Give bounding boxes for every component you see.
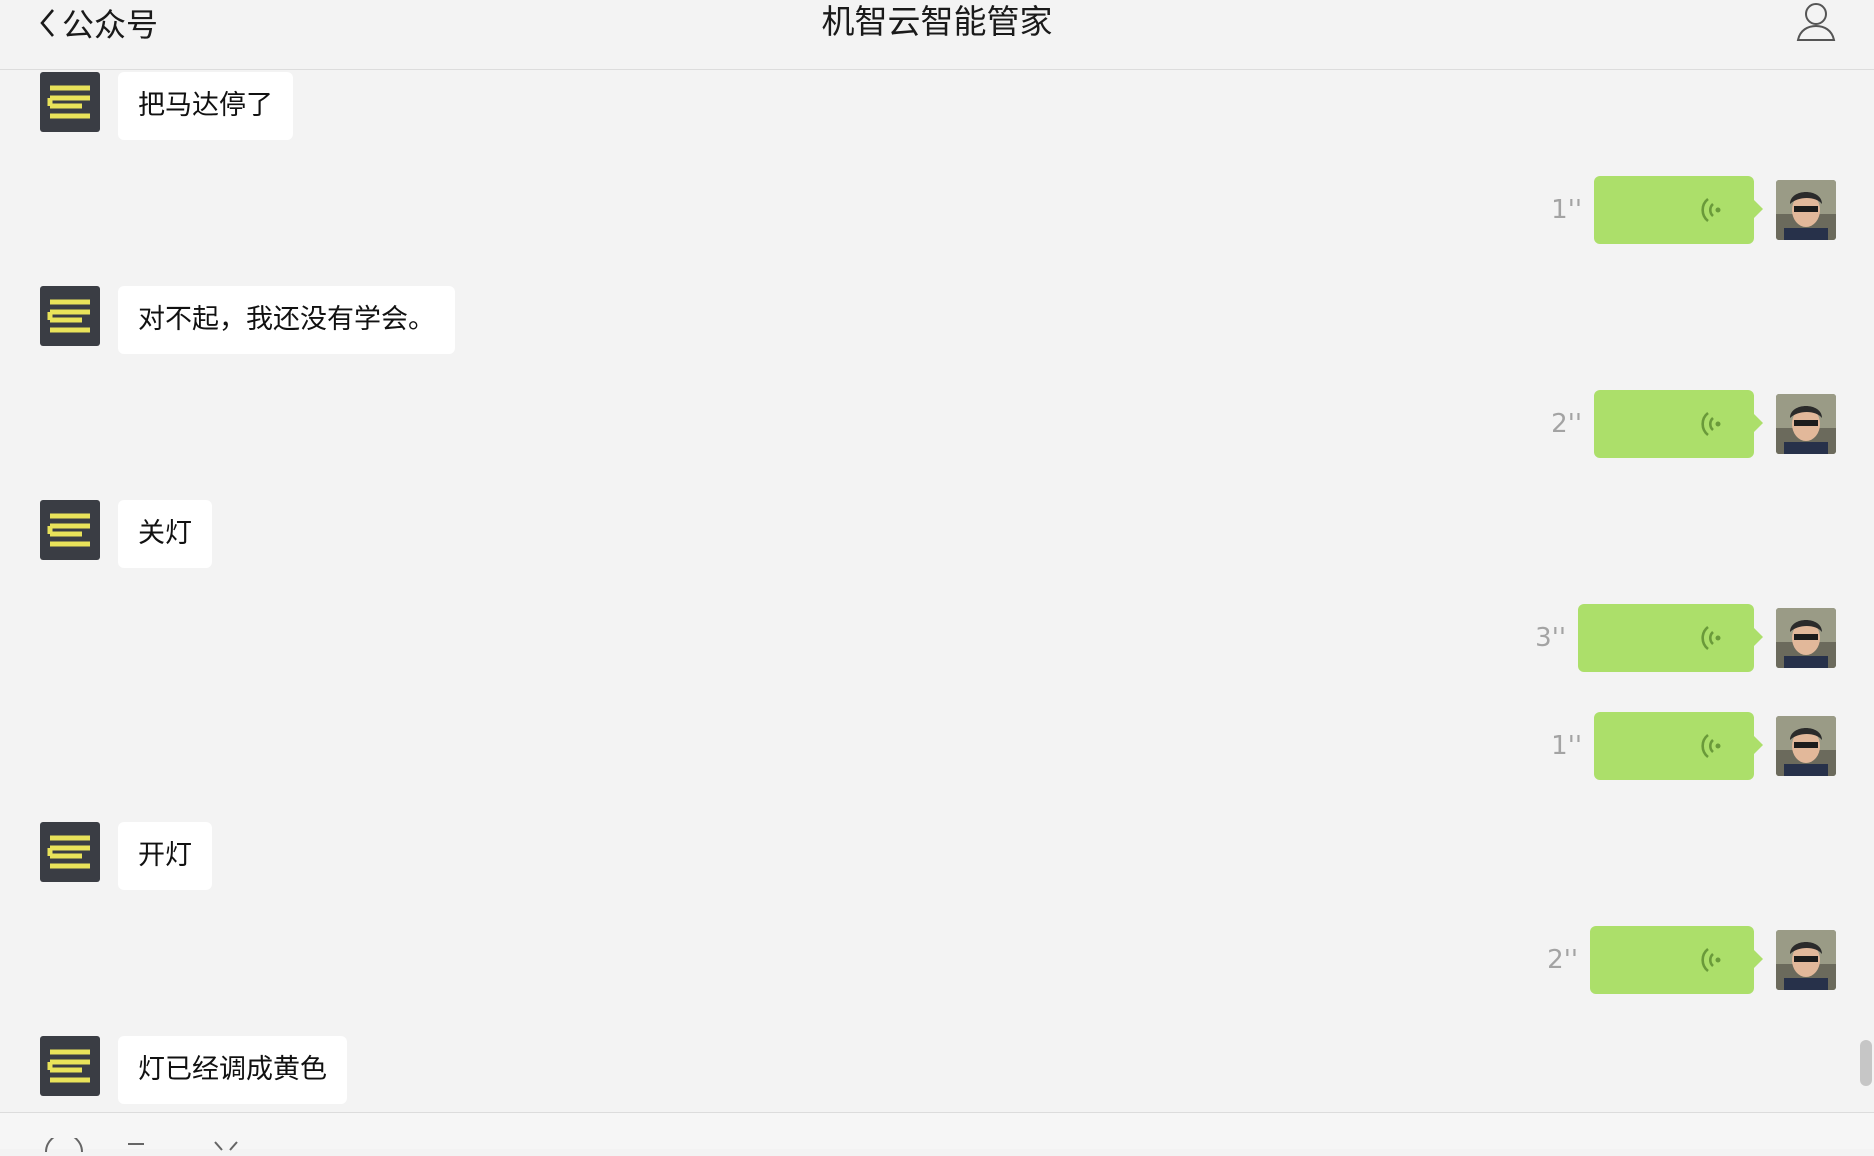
user-voice-message: 2''	[0, 926, 1874, 994]
profile-button[interactable]	[1796, 0, 1836, 42]
user-avatar[interactable]	[1776, 716, 1836, 776]
user-voice-message: 1''	[0, 176, 1874, 244]
bot-avatar[interactable]	[40, 500, 100, 560]
voice-toggle-icon[interactable]	[44, 1133, 84, 1156]
voice-message-bubble[interactable]	[1594, 390, 1763, 458]
bot-message: 开灯	[0, 822, 1874, 890]
person-outline-icon	[1796, 3, 1836, 46]
bot-message: 对不起，我还没有学会。	[0, 286, 1874, 354]
voice-duration: 2''	[1551, 409, 1582, 439]
voice-duration: 3''	[1535, 623, 1566, 653]
chat-message-list[interactable]: 把马达停了 1'' 对不起，我还没有学会。 2'' 关灯 3'' 1'' 开灯 …	[0, 70, 1874, 1112]
nav-header: 公众号 机智云智能管家	[0, 0, 1874, 70]
keyboard-icon[interactable]	[126, 1137, 146, 1156]
voice-message-bubble[interactable]	[1594, 712, 1763, 780]
bot-avatar[interactable]	[40, 1036, 100, 1096]
bot-message-bubble: 开灯	[118, 822, 212, 890]
user-voice-message: 3''	[0, 604, 1874, 672]
user-avatar[interactable]	[1776, 394, 1836, 454]
bot-message-bubble: 对不起，我还没有学会。	[118, 286, 455, 354]
voice-message-bubble[interactable]	[1578, 604, 1763, 672]
bot-avatar[interactable]	[40, 822, 100, 882]
bot-message: 把马达停了	[0, 72, 1874, 140]
voice-wave-icon	[1698, 732, 1724, 760]
user-avatar[interactable]	[1776, 180, 1836, 240]
emoji-icon[interactable]	[212, 1137, 240, 1156]
voice-wave-icon	[1698, 946, 1724, 974]
voice-duration: 2''	[1547, 945, 1578, 975]
user-voice-message: 1''	[0, 712, 1874, 780]
voice-message-bubble[interactable]	[1590, 926, 1763, 994]
bot-message: 灯已经调成黄色	[0, 1036, 1874, 1104]
bot-message-bubble: 关灯	[118, 500, 212, 568]
voice-wave-icon	[1698, 624, 1724, 652]
input-toolbar	[0, 1112, 1874, 1153]
user-avatar[interactable]	[1776, 608, 1836, 668]
voice-duration: 1''	[1551, 195, 1582, 225]
user-voice-message: 2''	[0, 390, 1874, 458]
bot-avatar[interactable]	[40, 286, 100, 346]
scrollbar[interactable]	[1860, 1040, 1872, 1086]
voice-wave-icon	[1698, 196, 1724, 224]
voice-duration: 1''	[1551, 731, 1582, 761]
bot-message: 关灯	[0, 500, 1874, 568]
page-title: 机智云智能管家	[821, 2, 1053, 41]
user-avatar[interactable]	[1776, 930, 1836, 990]
bot-message-bubble: 把马达停了	[118, 72, 293, 140]
voice-wave-icon	[1698, 410, 1724, 438]
bot-message-bubble: 灯已经调成黄色	[118, 1036, 347, 1104]
bot-avatar[interactable]	[40, 72, 100, 132]
voice-message-bubble[interactable]	[1594, 176, 1763, 244]
